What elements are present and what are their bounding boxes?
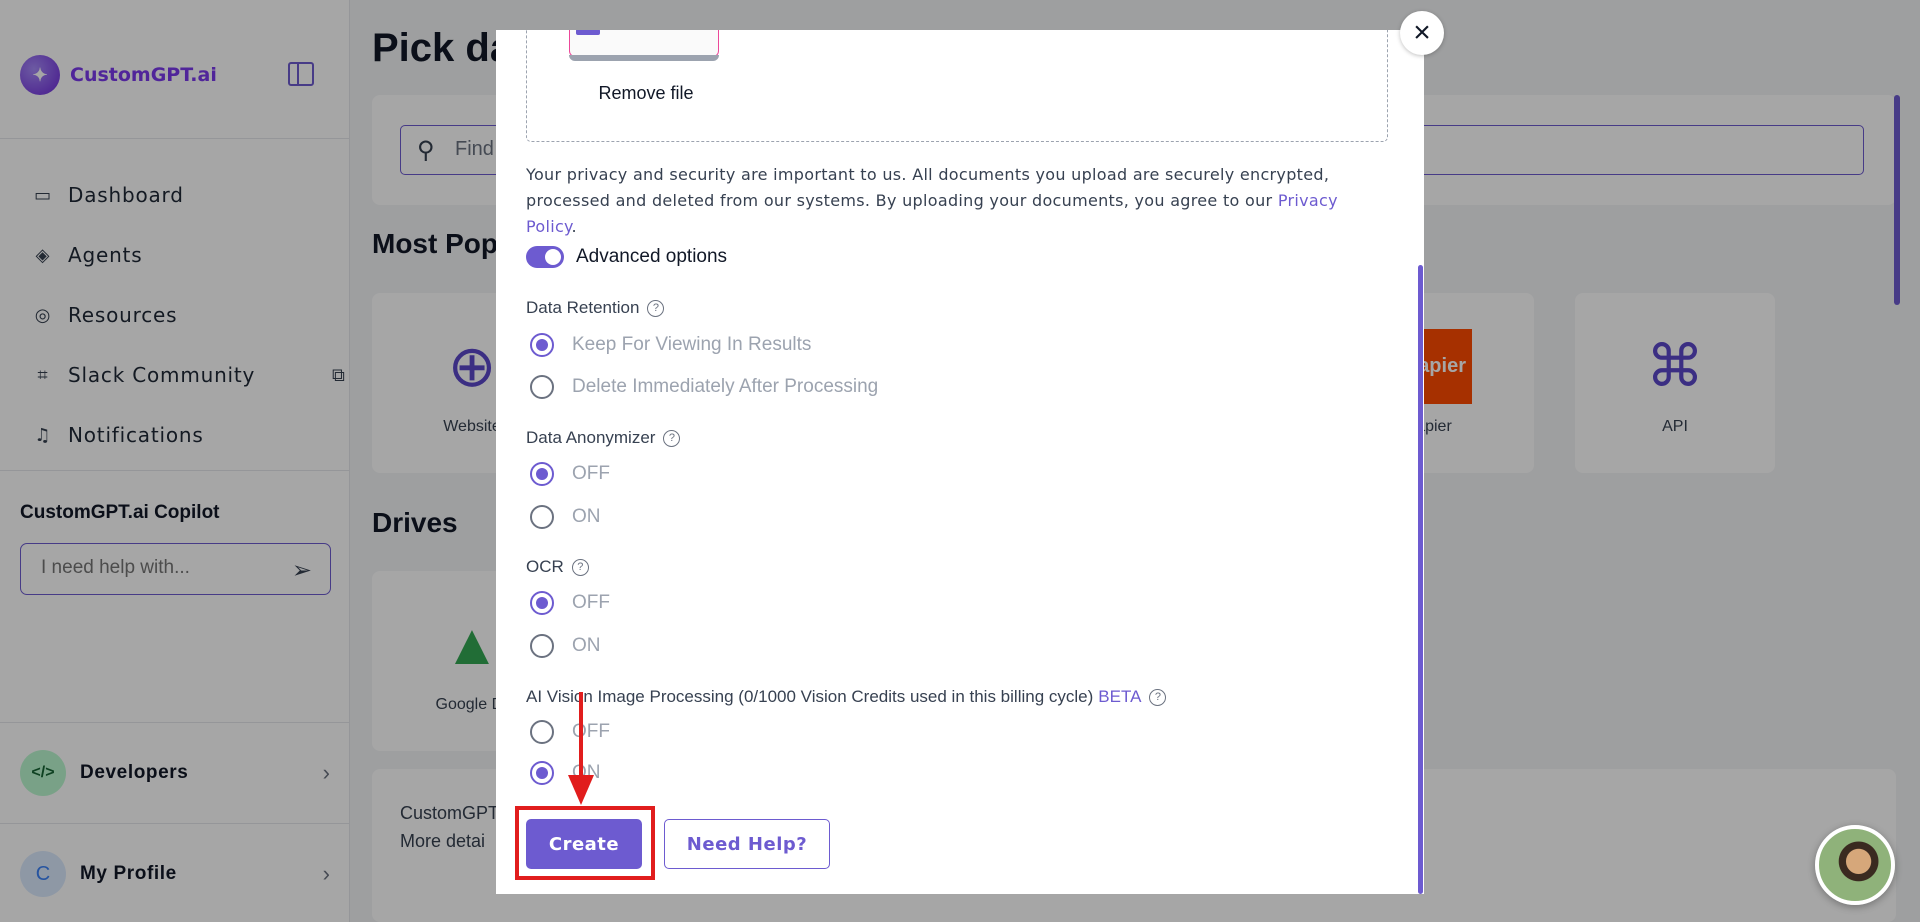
help-icon[interactable]: ? bbox=[571, 558, 589, 576]
advanced-options-row[interactable]: Advanced options bbox=[526, 246, 727, 268]
help-icon[interactable]: ? bbox=[663, 429, 681, 447]
ocr-option-on[interactable]: ON bbox=[530, 634, 601, 658]
vision-option-off[interactable]: OFF bbox=[530, 720, 610, 744]
chat-avatar-bubble[interactable] bbox=[1815, 825, 1895, 905]
privacy-notice: Your privacy and security are important … bbox=[526, 162, 1386, 240]
remove-file-link[interactable]: Remove file bbox=[571, 83, 721, 104]
annotation-arrow-shaft bbox=[579, 692, 583, 782]
close-icon[interactable]: × bbox=[1400, 11, 1444, 55]
radio-label: ON bbox=[572, 635, 601, 656]
file-thumbnail-shadow bbox=[569, 55, 719, 61]
radio-label: Keep For Viewing In Results bbox=[572, 334, 812, 355]
beta-badge: BETA bbox=[1098, 687, 1142, 706]
file-dropzone[interactable]: Remove file bbox=[526, 30, 1388, 142]
group-label-text: Data Anonymizer bbox=[526, 428, 656, 447]
help-icon[interactable]: ? bbox=[1149, 688, 1167, 706]
help-icon[interactable]: ? bbox=[647, 299, 665, 317]
anonymizer-option-off[interactable]: OFF bbox=[530, 462, 610, 486]
modal-scrollbar[interactable] bbox=[1418, 265, 1423, 894]
radio-selected[interactable] bbox=[530, 591, 554, 615]
group-label-text: AI Vision Image Processing (0/1000 Visio… bbox=[526, 687, 1094, 706]
anonymizer-option-on[interactable]: ON bbox=[530, 505, 601, 529]
upload-modal: Remove file Your privacy and security ar… bbox=[496, 30, 1424, 894]
retention-option-keep[interactable]: Keep For Viewing In Results bbox=[530, 333, 811, 357]
data-retention-label: Data Retention ? bbox=[526, 298, 665, 318]
radio-unselected[interactable] bbox=[530, 505, 554, 529]
radio-selected[interactable] bbox=[530, 462, 554, 486]
radio-selected[interactable] bbox=[530, 333, 554, 357]
ai-vision-label: AI Vision Image Processing (0/1000 Visio… bbox=[526, 687, 1167, 707]
ocr-label: OCR ? bbox=[526, 557, 589, 577]
advanced-options-toggle[interactable] bbox=[526, 246, 564, 268]
radio-label: OFF bbox=[572, 463, 610, 484]
group-label-text: Data Retention bbox=[526, 298, 640, 317]
radio-label: OFF bbox=[572, 721, 610, 742]
radio-unselected[interactable] bbox=[530, 720, 554, 744]
radio-selected[interactable] bbox=[530, 761, 554, 785]
need-help-button[interactable]: Need Help? bbox=[664, 819, 830, 869]
advanced-options-label: Advanced options bbox=[576, 246, 728, 267]
radio-unselected[interactable] bbox=[530, 375, 554, 399]
radio-label: ON bbox=[572, 506, 601, 527]
group-label-text: OCR bbox=[526, 557, 564, 576]
privacy-end: . bbox=[571, 217, 577, 236]
highlight-box bbox=[515, 806, 655, 880]
file-thumbnail bbox=[569, 30, 719, 57]
ocr-option-off[interactable]: OFF bbox=[530, 591, 610, 615]
radio-unselected[interactable] bbox=[530, 634, 554, 658]
retention-option-delete[interactable]: Delete Immediately After Processing bbox=[530, 375, 878, 399]
privacy-text: Your privacy and security are important … bbox=[526, 165, 1330, 210]
radio-label: OFF bbox=[572, 592, 610, 613]
data-anonymizer-label: Data Anonymizer ? bbox=[526, 428, 681, 448]
radio-label: Delete Immediately After Processing bbox=[572, 376, 879, 397]
annotation-arrow-head bbox=[568, 775, 594, 805]
